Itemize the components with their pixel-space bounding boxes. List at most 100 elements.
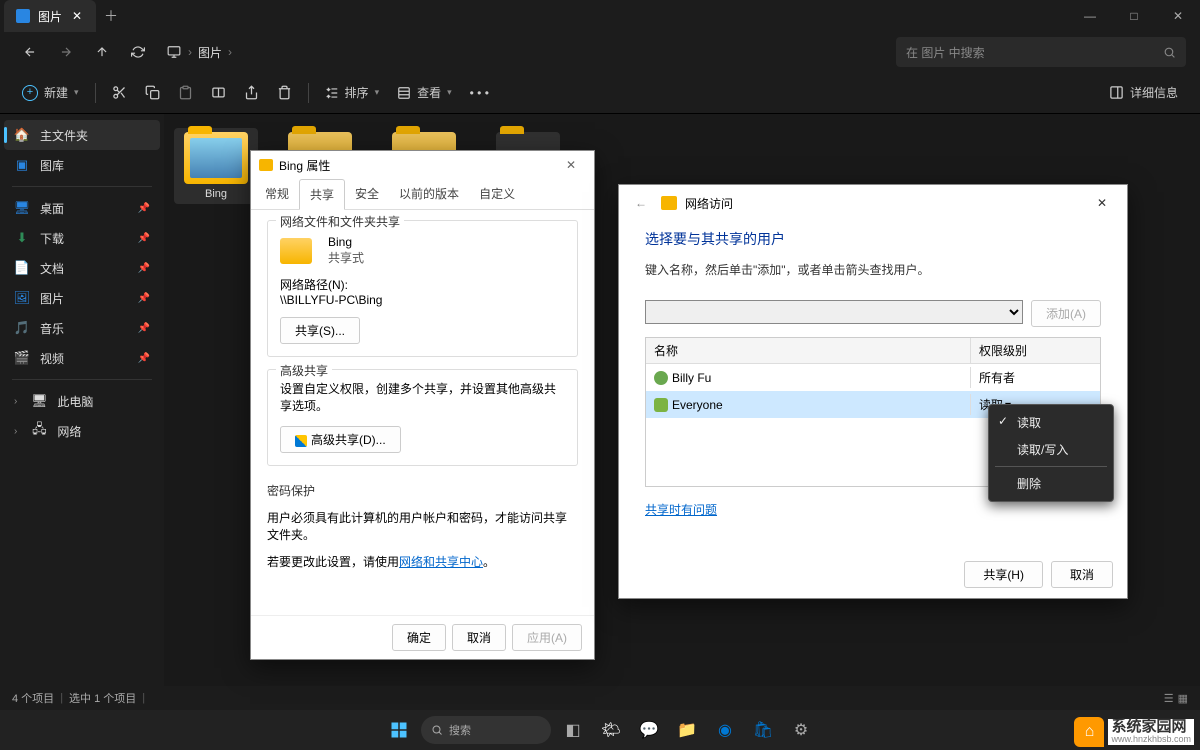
taskbar: 搜索 ◧ 🌤 💬 📁 ◉ 🛍 ⚙ ˄ 英 [0,710,1200,750]
password-protection-group: 密码保护 用户必须具有此计算机的用户帐户和密码，才能访问共享文件夹。 若要更改此… [267,478,578,574]
new-button[interactable]: + 新建 ▾ [14,78,87,108]
view-button[interactable]: 查看 ▾ [389,78,460,108]
paste-button[interactable] [170,78,201,108]
sidebar-item-music[interactable]: 🎵 音乐📌 [4,313,160,343]
sharing-help-link[interactable]: 共享时有问题 [645,503,717,517]
maximize-button[interactable]: □ [1112,0,1156,32]
window-tab[interactable]: 图片 ✕ [4,0,96,32]
taskbar-app-icon[interactable]: 🌤 [595,714,627,746]
folder-icon [184,132,248,184]
permission-context-menu: 读取 读取/写入 删除 [988,404,1114,502]
sidebar-item-pictures[interactable]: 🖼 图片📌 [4,283,160,313]
column-perm-header[interactable]: 权限级别 [970,338,1100,363]
properties-dialog: Bing 属性 ✕ 常规 共享 安全 以前的版本 自定义 网络文件和文件夹共享 … [250,150,595,660]
up-button[interactable] [86,36,118,68]
list-view-icon[interactable]: ☰ [1164,692,1174,705]
grid-view-icon[interactable]: ▦ [1178,692,1188,705]
pictures-icon: 🖼 [14,290,30,306]
ok-button[interactable]: 确定 [392,624,446,651]
dialog-footer: 共享(H) 取消 [619,551,1127,598]
search-icon [1163,46,1176,59]
sidebar: 🏠 主文件夹 ▣ 图库 🖥 桌面📌 ⬇ 下载📌 📄 文档📌 🖼 图片📌 🎵 音乐… [0,114,164,686]
dialog-instruction: 键入名称，然后单击"添加"，或者单击箭头查找用户。 [645,261,1101,278]
chevron-right-icon: › [14,396,17,407]
close-tab-icon[interactable]: ✕ [70,9,84,23]
menu-item-readwrite[interactable]: 读取/写入 [989,436,1113,463]
back-icon[interactable]: ← [629,191,653,215]
back-button[interactable] [14,36,46,68]
close-icon[interactable]: ✕ [1087,191,1117,215]
dialog-footer: 确定 取消 应用(A) [251,615,594,659]
rename-button[interactable] [203,78,234,108]
taskbar-app-icon[interactable]: 💬 [633,714,665,746]
breadcrumb[interactable]: › 图片 › [166,44,232,61]
close-window-button[interactable]: ✕ [1156,0,1200,32]
tab-general[interactable]: 常规 [255,179,299,209]
sidebar-item-thispc[interactable]: › 🖥 此电脑 [4,386,160,416]
more-button[interactable]: • • • [462,78,497,108]
tab-customize[interactable]: 自定义 [469,179,525,209]
share-button[interactable] [236,78,267,108]
sort-button[interactable]: 排序 ▾ [317,78,388,108]
menu-item-read[interactable]: 读取 [989,409,1113,436]
network-center-link[interactable]: 网络和共享中心 [399,555,483,569]
taskbar-explorer-icon[interactable]: 📁 [671,714,703,746]
tab-security[interactable]: 安全 [345,179,389,209]
table-row[interactable]: Billy Fu 所有者 [646,364,1100,391]
cut-button[interactable] [104,78,135,108]
add-button[interactable]: 添加(A) [1031,300,1101,327]
dialog-titlebar[interactable]: Bing 属性 ✕ [251,151,594,179]
forward-button[interactable] [50,36,82,68]
sidebar-item-documents[interactable]: 📄 文档📌 [4,253,160,283]
breadcrumb-item[interactable]: 图片 [198,44,222,61]
titlebar: 图片 ✕ ＋ — □ ✕ [0,0,1200,32]
sidebar-item-videos[interactable]: 🎬 视频📌 [4,343,160,373]
apply-button[interactable]: 应用(A) [512,624,582,651]
taskbar-search[interactable]: 搜索 [421,716,551,744]
cancel-button[interactable]: 取消 [1051,561,1113,588]
dialog-title: Bing 属性 [279,157,330,174]
watermark: ⌂ 系统家园网 www.hnzkhbsb.com [1074,717,1194,747]
share-confirm-button[interactable]: 共享(H) [964,561,1043,588]
sidebar-item-desktop[interactable]: 🖥 桌面📌 [4,193,160,223]
start-button[interactable] [383,714,415,746]
tab-sharing[interactable]: 共享 [299,179,345,210]
sidebar-item-network[interactable]: › 🖧 网络 [4,416,160,446]
advanced-sharing-button[interactable]: 高级共享(D)... [280,426,401,453]
pin-icon: 📌 [138,353,150,364]
delete-button[interactable] [269,78,300,108]
user-select[interactable] [645,300,1023,324]
dialog-tabs: 常规 共享 安全 以前的版本 自定义 [251,179,594,210]
password-desc1: 用户必须具有此计算机的用户帐户和密码，才能访问共享文件夹。 [267,509,578,543]
downloads-icon: ⬇ [14,230,30,246]
search-input[interactable]: 在 图片 中搜索 [896,37,1186,67]
share-button[interactable]: 共享(S)... [280,317,360,344]
dialog-heading: 选择要与其共享的用户 [645,229,1101,249]
sidebar-item-gallery[interactable]: ▣ 图库 [4,150,160,180]
menu-item-remove[interactable]: 删除 [989,470,1113,497]
copy-button[interactable] [137,78,168,108]
chevron-right-icon: › [228,45,232,59]
folder-icon [280,238,312,264]
sidebar-item-downloads[interactable]: ⬇ 下载📌 [4,223,160,253]
dialog-body: 网络文件和文件夹共享 Bing 共享式 网络路径(N): \\BILLYFU-P… [251,210,594,615]
minimize-button[interactable]: — [1068,0,1112,32]
new-tab-button[interactable]: ＋ [96,1,126,31]
pin-icon: 📌 [138,203,150,214]
details-pane-button[interactable]: 详细信息 [1101,78,1186,108]
taskbar-store-icon[interactable]: 🛍 [747,714,779,746]
taskbar-settings-icon[interactable]: ⚙ [785,714,817,746]
refresh-button[interactable] [122,36,154,68]
chevron-down-icon: ▾ [375,87,380,98]
taskbar-edge-icon[interactable]: ◉ [709,714,741,746]
tab-previous-versions[interactable]: 以前的版本 [389,179,469,209]
sidebar-item-home[interactable]: 🏠 主文件夹 [4,120,160,150]
cancel-button[interactable]: 取消 [452,624,506,651]
close-icon[interactable]: ✕ [556,153,586,177]
search-placeholder: 在 图片 中搜索 [906,44,985,61]
column-name-header[interactable]: 名称 [646,338,970,363]
task-view-icon[interactable]: ◧ [557,714,589,746]
chevron-right-icon: › [14,426,17,437]
folder-item-bing[interactable]: Bing [174,128,258,204]
documents-icon: 📄 [14,260,30,276]
